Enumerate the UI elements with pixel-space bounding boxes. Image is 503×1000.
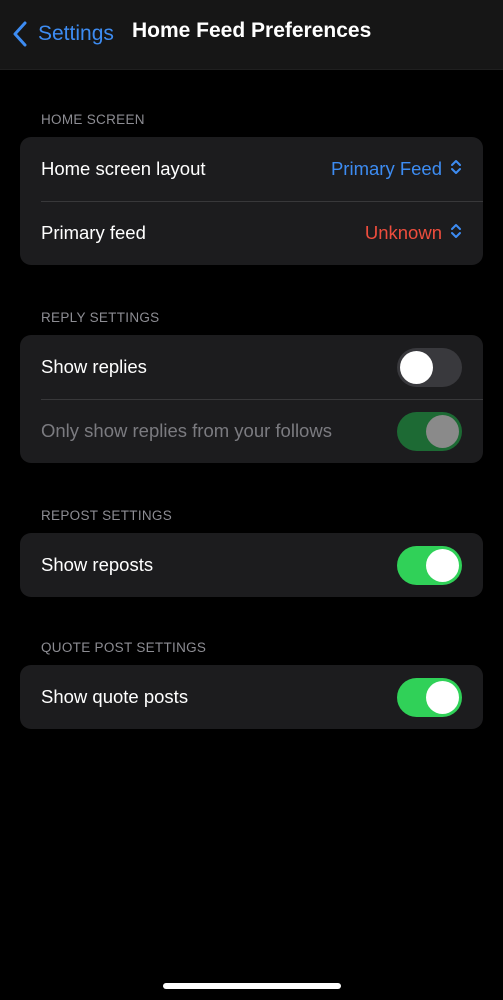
back-button[interactable]: Settings xyxy=(8,14,114,54)
repost-settings-group: Show reposts xyxy=(20,533,483,597)
toggle-knob xyxy=(400,350,433,384)
follows-only-replies-row: Only show replies from your follows xyxy=(20,399,483,463)
home-screen-group: Home screen layout Primary Feed Primary … xyxy=(20,137,483,265)
section-header-quote-post-settings: QUOTE POST SETTINGS xyxy=(41,640,207,655)
chevron-up-down-icon xyxy=(450,222,462,245)
primary-feed-value: Unknown xyxy=(364,222,442,243)
page-title: Home Feed Preferences xyxy=(132,19,372,42)
show-reposts-label: Show reposts xyxy=(41,554,154,575)
primary-feed-label: Primary feed xyxy=(41,222,146,243)
show-reposts-row: Show reposts xyxy=(20,533,483,597)
back-label: Settings xyxy=(38,22,114,45)
home-screen-layout-row[interactable]: Home screen layout Primary Feed xyxy=(20,137,483,201)
toggle-knob xyxy=(426,414,459,448)
chevron-up-down-icon xyxy=(450,158,462,181)
follows-only-replies-label: Only show replies from your follows xyxy=(41,420,332,441)
show-reposts-toggle[interactable] xyxy=(397,545,462,585)
show-replies-toggle[interactable] xyxy=(397,347,462,387)
home-screen-layout-value: Primary Feed xyxy=(330,158,442,179)
home-indicator[interactable] xyxy=(163,983,341,989)
quote-post-settings-group: Show quote posts xyxy=(20,665,483,729)
show-quote-posts-row: Show quote posts xyxy=(20,665,483,729)
toggle-knob xyxy=(426,680,459,714)
reply-settings-group: Show replies Only show replies from your… xyxy=(20,335,483,463)
show-quote-posts-toggle[interactable] xyxy=(397,677,462,717)
home-screen-layout-label: Home screen layout xyxy=(41,158,206,179)
section-header-home-screen: HOME SCREEN xyxy=(41,112,145,127)
show-replies-row: Show replies xyxy=(20,335,483,399)
toggle-knob xyxy=(426,548,459,582)
section-header-reply-settings: REPLY SETTINGS xyxy=(41,310,160,325)
primary-feed-row[interactable]: Primary feed Unknown xyxy=(20,201,483,265)
chevron-left-icon xyxy=(8,19,32,49)
follows-only-replies-toggle[interactable] xyxy=(397,411,462,451)
show-replies-label: Show replies xyxy=(41,356,147,377)
home-screen-layout-picker[interactable]: Primary Feed xyxy=(331,158,462,181)
navigation-bar: Settings Home Feed Preferences xyxy=(0,0,503,70)
show-quote-posts-label: Show quote posts xyxy=(41,686,189,707)
primary-feed-picker[interactable]: Unknown xyxy=(365,222,462,245)
section-header-repost-settings: REPOST SETTINGS xyxy=(41,508,173,523)
